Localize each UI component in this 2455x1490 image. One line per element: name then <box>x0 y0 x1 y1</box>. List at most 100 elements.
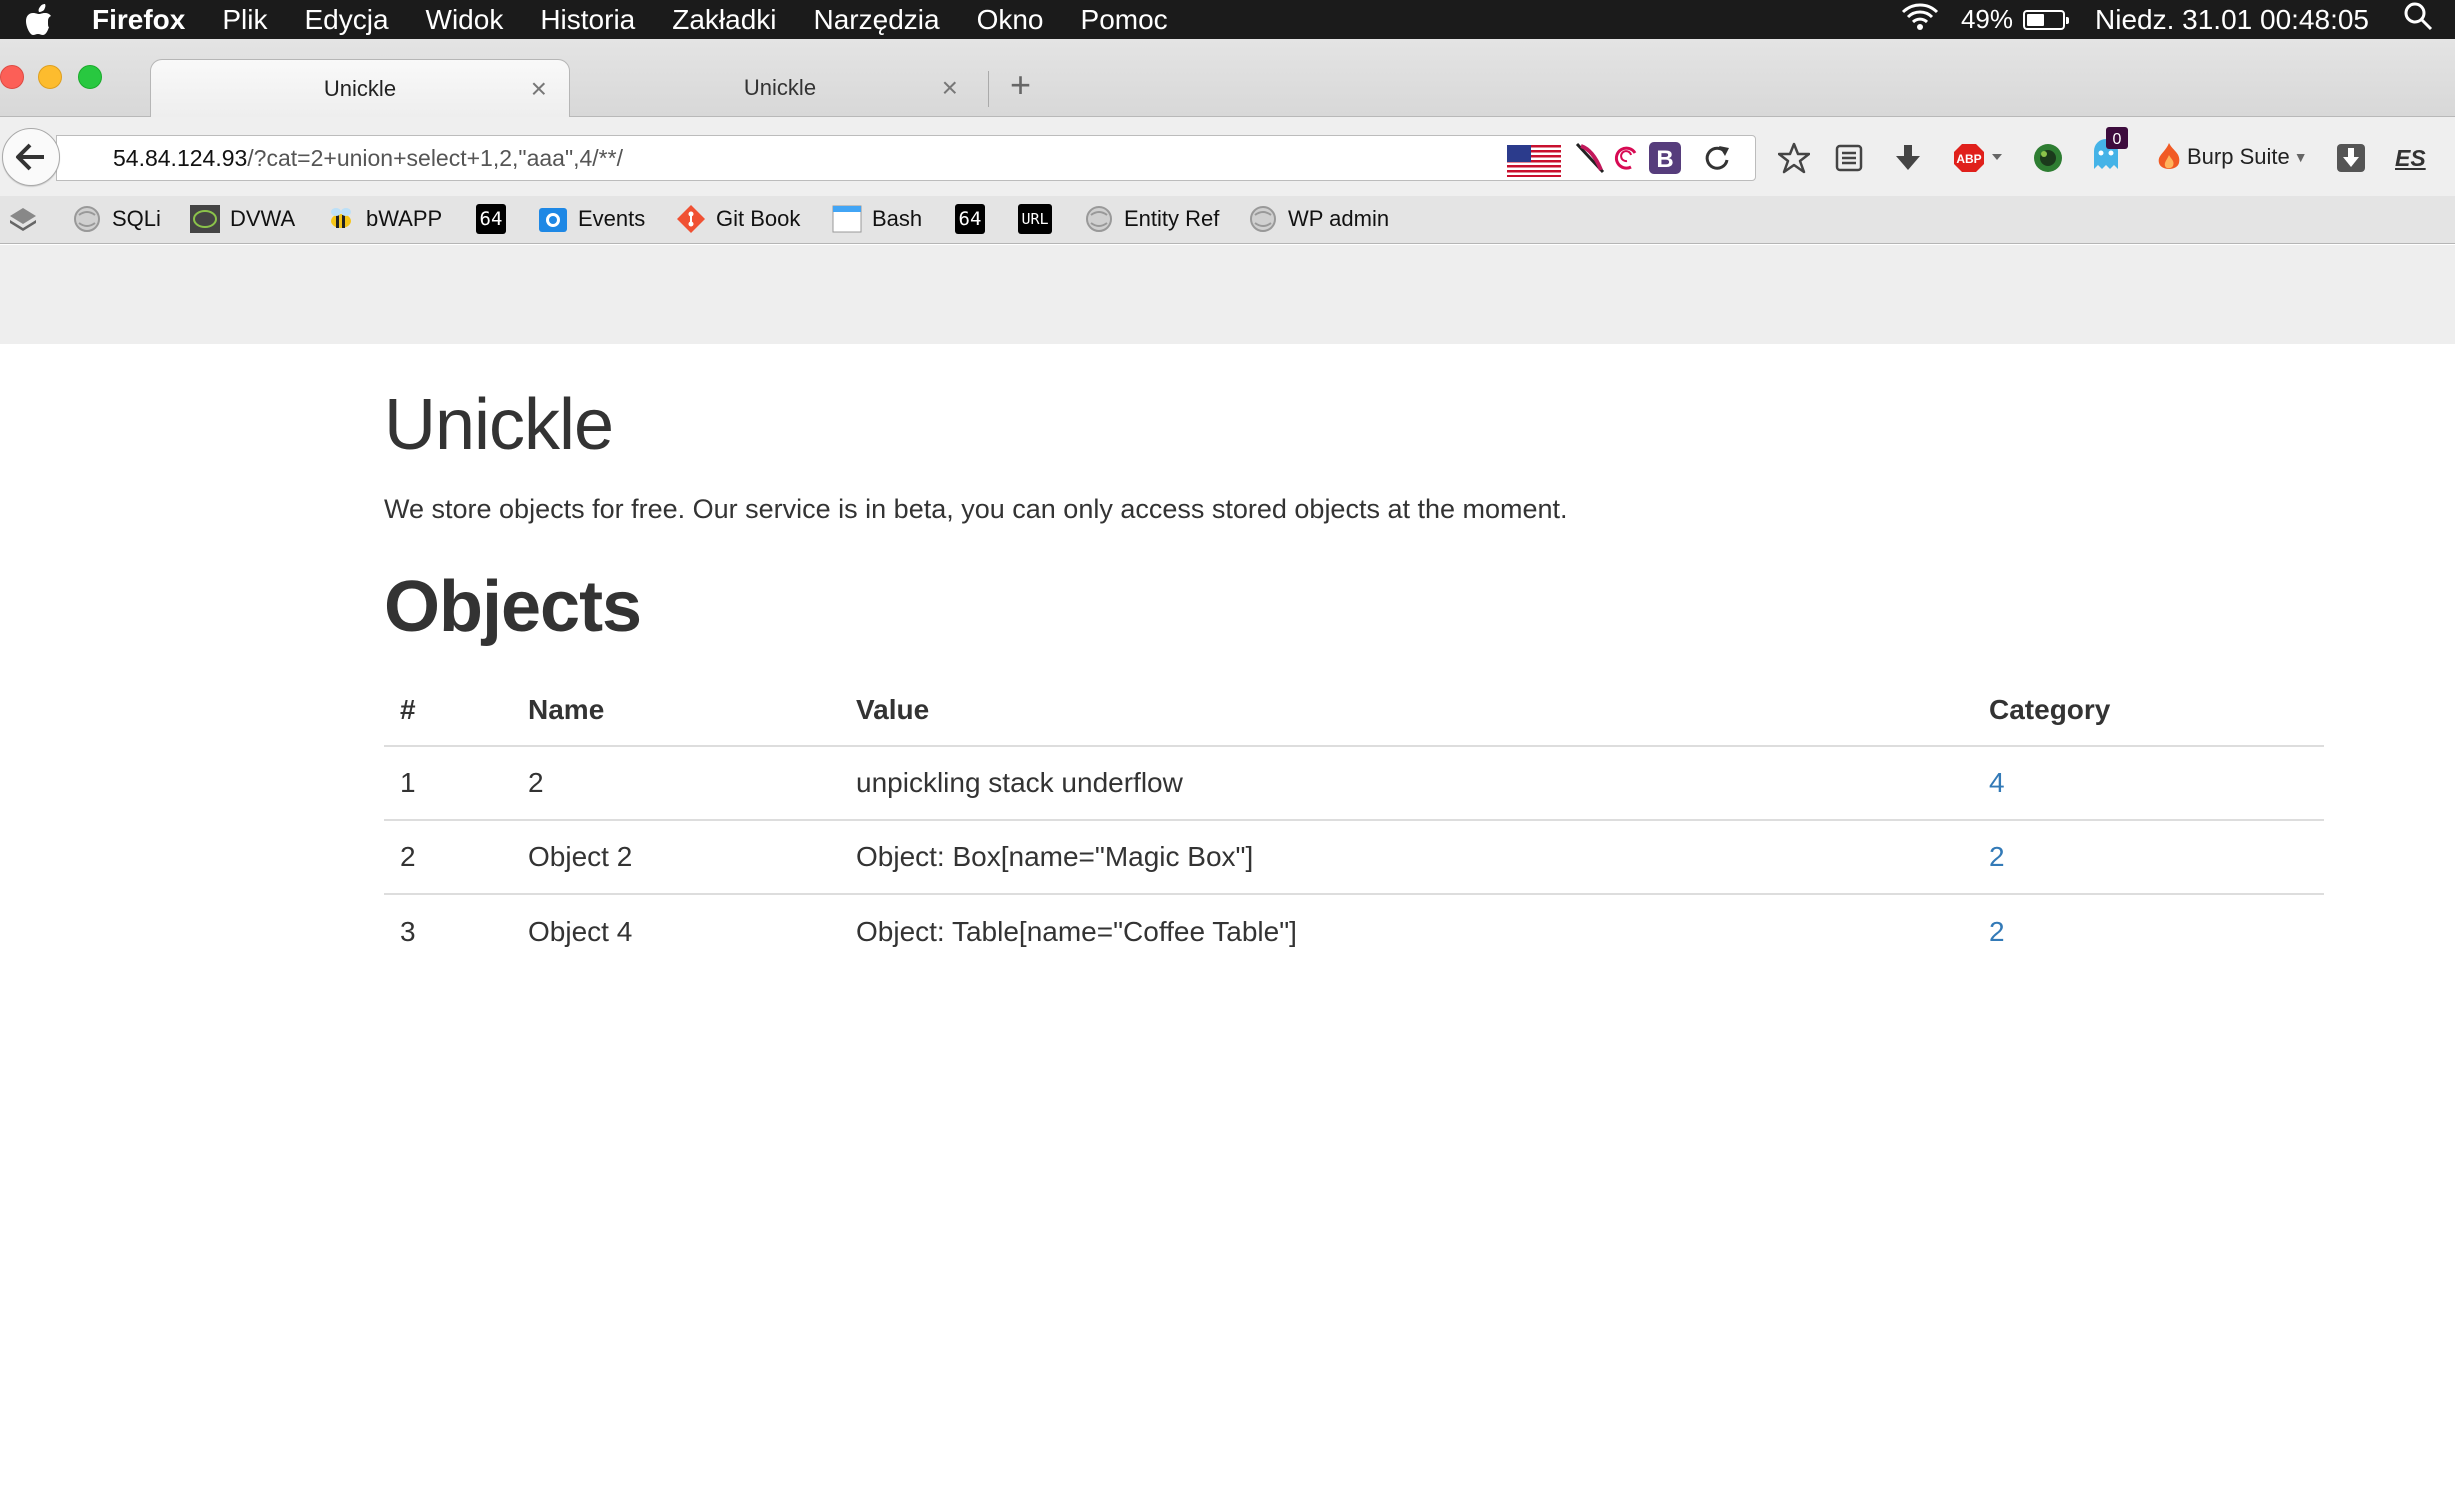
cell-name: Object 4 <box>528 915 633 947</box>
burp-label: Burp Suite <box>2187 144 2290 169</box>
bookmarks-toolbar: SQLi DVWA bWAPP 64 Events Git Book Bash … <box>0 196 2455 244</box>
burp-suite-proxy-button[interactable]: Burp Suite ▼ <box>2155 141 2308 173</box>
new-tab-button[interactable]: + <box>1010 65 1031 105</box>
tab-divider <box>988 71 989 107</box>
bookmark-sqli[interactable]: SQLi <box>72 204 161 234</box>
download-status-icon[interactable] <box>2333 140 2369 176</box>
reading-list-icon[interactable] <box>1831 140 1867 176</box>
url-text[interactable]: 54.84.124.93/?cat=2+union+select+1,2,"aa… <box>113 145 623 172</box>
globe-icon[interactable] <box>69 143 99 173</box>
menu-okno[interactable]: Okno <box>977 4 1044 36</box>
bookmark-label: Events <box>578 206 646 231</box>
cell-value: Object: Box[name="Magic Box"] <box>840 820 1973 895</box>
bookmark-git-book[interactable]: Git Book <box>676 204 800 234</box>
navigation-toolbar: 54.84.124.93/?cat=2+union+select+1,2,"aa… <box>0 117 2455 200</box>
bookmark-star-icon[interactable] <box>1776 140 1812 176</box>
page-description: We store objects for free. Our service i… <box>384 494 1568 524</box>
battery-icon[interactable] <box>2023 9 2070 30</box>
cell-value: Object: Table[name="Coffee Table"] <box>856 915 1297 947</box>
events-icon <box>538 204 568 234</box>
tab-label: Unickle <box>323 75 397 101</box>
menu-historia[interactable]: Historia <box>540 4 635 36</box>
menu-widok[interactable]: Widok <box>426 4 504 36</box>
window-close-button[interactable] <box>0 65 24 89</box>
cell-name: Object 2 <box>512 820 840 895</box>
column-header-number: # <box>384 674 512 747</box>
menu-plik[interactable]: Plik <box>222 4 267 36</box>
bookmark-label: DVWA <box>230 206 296 231</box>
back-button[interactable] <box>2 128 60 186</box>
debian-swirl-icon[interactable] <box>1613 143 1641 178</box>
browser-tab-strip: Unickle × Unickle × + <box>0 39 2455 117</box>
cell-category: 2 <box>1973 894 2324 968</box>
bookmark-dvwa[interactable]: DVWA <box>190 204 295 234</box>
bookmark-events[interactable]: Events <box>538 204 645 234</box>
page-title: Unickle <box>384 385 614 465</box>
extension-green-orb-icon[interactable] <box>2030 140 2066 176</box>
menu-pomoc[interactable]: Pomoc <box>1081 4 1168 36</box>
bookmark-wp-admin[interactable]: WP admin <box>1248 204 1389 234</box>
page-top-band <box>0 245 2455 344</box>
tab-close-icon[interactable]: × <box>531 73 547 105</box>
objects-table: # Name Value Category 1 2 unpickling sta… <box>384 674 2324 968</box>
feather-icon[interactable] <box>1575 142 1605 179</box>
bookmark-label: Entity Ref <box>1124 206 1220 231</box>
url-bar[interactable]: 54.84.124.93/?cat=2+union+select+1,2,"aa… <box>56 135 1756 181</box>
dvwa-icon <box>190 204 220 234</box>
apple-logo-icon[interactable] <box>22 3 56 37</box>
bookmark-url[interactable]: URL <box>1018 204 1052 234</box>
bookmark-label: SQLi <box>112 206 161 231</box>
base64-icon: 64 <box>955 204 985 234</box>
bookmark-label: Bash <box>872 206 923 231</box>
ghostery-icon[interactable]: 0 <box>2088 125 2130 173</box>
chevron-down-icon: ▼ <box>2293 149 2308 165</box>
menu-app-name[interactable]: Firefox <box>92 4 185 36</box>
menu-edycja[interactable]: Edycja <box>304 4 388 36</box>
reload-icon[interactable] <box>1703 144 1731 177</box>
svg-text:ABP: ABP <box>1956 152 1981 166</box>
bookmark-entity-ref[interactable]: Entity Ref <box>1084 204 1219 234</box>
cell-category: 4 <box>1973 746 2324 821</box>
cell-number: 3 <box>400 915 416 947</box>
section-title-objects: Objects <box>384 567 642 647</box>
tab-unickle-active[interactable]: Unickle × <box>150 59 570 117</box>
globe-icon <box>72 204 102 234</box>
table-row: 3 Object 4 Object: Table[name="Coffee Ta… <box>384 894 2324 968</box>
menu-narzedzia[interactable]: Narzędzia <box>814 4 940 36</box>
cell-value: unpickling stack underflow <box>840 746 1973 821</box>
base64-icon: 64 <box>476 204 506 234</box>
table-header-row: # Name Value Category <box>384 674 2324 747</box>
download-icon[interactable] <box>1890 140 1926 176</box>
bookmark-label: Git Book <box>716 206 801 231</box>
table-row: 1 2 unpickling stack underflow 4 <box>384 746 2324 821</box>
burp-flame-icon <box>2158 143 2180 169</box>
us-flag-icon[interactable] <box>1507 144 1561 177</box>
back-arrow-icon <box>16 143 44 171</box>
window-zoom-button[interactable] <box>78 65 102 89</box>
bookmark-bash[interactable]: Bash <box>832 204 922 234</box>
adblock-plus-icon[interactable]: ABP <box>1952 140 2008 176</box>
tab-close-icon[interactable]: × <box>942 72 958 104</box>
cell-number: 2 <box>384 820 512 895</box>
tab-unickle[interactable]: Unickle × <box>580 59 980 117</box>
wifi-icon[interactable] <box>1901 1 1939 38</box>
git-icon <box>676 204 706 234</box>
spotlight-search-icon[interactable] <box>2403 1 2433 38</box>
bootstrap-b-icon[interactable]: B <box>1649 142 1681 179</box>
bookmark-base64-2[interactable]: 64 <box>955 204 985 234</box>
menu-zakladki[interactable]: Zakładki <box>672 4 776 36</box>
category-link[interactable]: 2 <box>1989 916 2005 947</box>
bookmark-base64[interactable]: 64 <box>476 204 506 234</box>
bookmark-menu-button[interactable] <box>8 204 48 234</box>
category-link[interactable]: 4 <box>1989 767 2005 798</box>
bookmark-bwapp[interactable]: bWAPP <box>326 204 442 234</box>
category-link[interactable]: 2 <box>1989 841 2005 872</box>
language-es-label[interactable]: ES <box>2395 145 2426 172</box>
ghostery-count: 0 <box>2113 131 2122 148</box>
window-minimize-button[interactable] <box>38 65 62 89</box>
url-bar-extension-icons: B <box>1507 142 1731 179</box>
globe-icon <box>1084 204 1114 234</box>
url-icon: URL <box>1018 204 1052 234</box>
menubar-clock[interactable]: Niedz. 31.01 00:48:05 <box>2095 4 2369 36</box>
tab-label: Unickle <box>743 75 817 100</box>
